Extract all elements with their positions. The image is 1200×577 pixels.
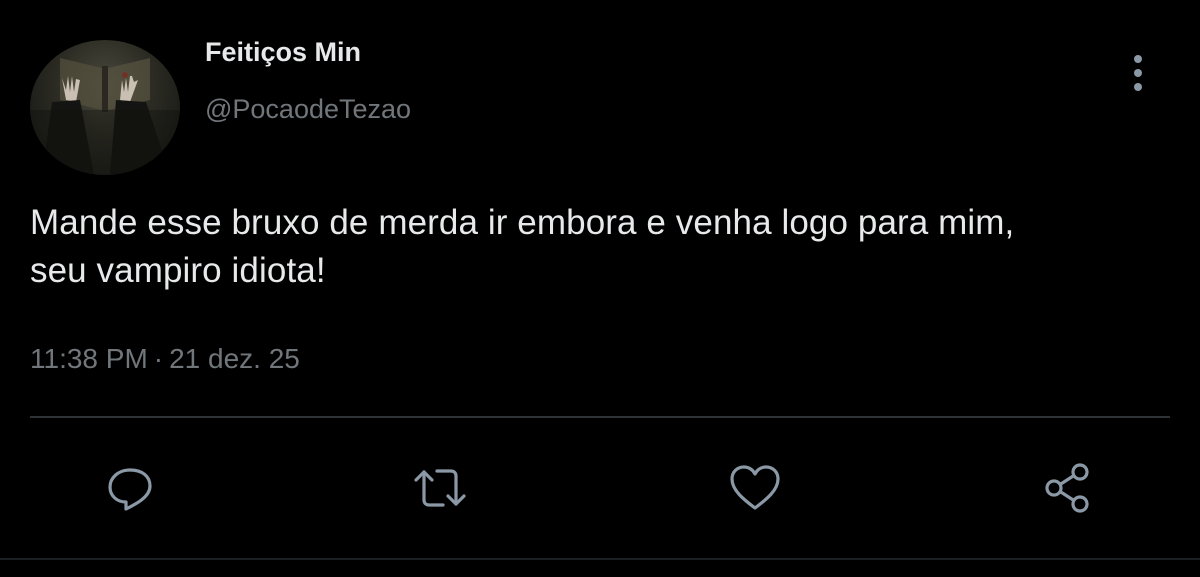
tweet-text: Mande esse bruxo de merda ir embora e ve…	[30, 199, 1190, 295]
reply-button[interactable]	[100, 458, 160, 518]
more-options-button[interactable]	[1120, 52, 1156, 94]
retweet-icon	[414, 469, 466, 507]
avatar[interactable]	[30, 40, 180, 175]
reply-icon	[108, 468, 152, 511]
tweet-date: 21 dez. 25	[169, 343, 300, 374]
user-handle[interactable]: @PocaodeTezao	[205, 94, 411, 125]
avatar-image	[30, 58, 180, 175]
tweet-time: 11:38 PM	[30, 343, 148, 374]
divider	[30, 416, 1170, 418]
tweet-text-line: Mande esse bruxo de merda ir embora e ve…	[30, 203, 1015, 242]
tweet-text-line: seu vampiro idiota!	[30, 251, 326, 290]
like-button[interactable]	[725, 458, 785, 518]
timestamp[interactable]: 11:38 PM · 21 dez. 25	[30, 343, 300, 375]
display-name[interactable]: Feitiços Min	[205, 37, 361, 68]
share-button[interactable]	[1038, 458, 1098, 518]
retweet-button[interactable]	[410, 458, 470, 518]
heart-icon	[730, 465, 780, 510]
timestamp-separator: ·	[153, 343, 164, 374]
tweet-card: Feitiços Min @PocaodeTezao Mande esse br…	[0, 0, 1200, 577]
share-icon	[1045, 463, 1089, 513]
bottom-divider	[0, 558, 1200, 560]
more-vertical-icon	[1134, 55, 1142, 91]
